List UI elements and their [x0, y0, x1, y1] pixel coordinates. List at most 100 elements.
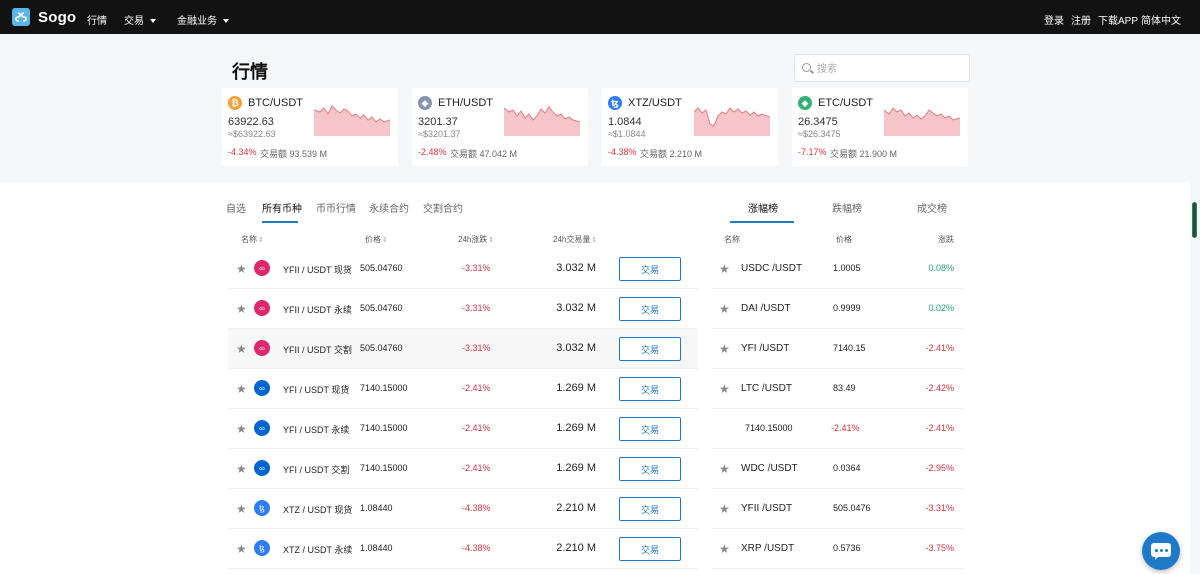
star-icon[interactable]: ★	[236, 462, 247, 476]
rank-row[interactable]: 7140.15000 -2.41% -2.41%	[712, 409, 964, 449]
nav-finance[interactable]: 金融业务	[177, 12, 229, 27]
card-price: 63922.63	[228, 116, 274, 128]
star-icon[interactable]: ★	[236, 382, 247, 396]
card-converted-price: ≈$1.0844	[608, 129, 646, 139]
tab-losers[interactable]: 跌幅榜	[832, 200, 862, 215]
trade-button[interactable]: 交易	[619, 497, 681, 521]
star-icon[interactable]: ★	[236, 502, 247, 516]
sparkline-chart	[884, 107, 960, 136]
trade-button[interactable]: 交易	[619, 457, 681, 481]
star-icon[interactable]: ★	[719, 542, 730, 556]
chevron-down-icon	[223, 19, 229, 24]
trade-button[interactable]: 交易	[619, 417, 681, 441]
star-icon[interactable]: ★	[236, 422, 247, 436]
trade-button[interactable]: 交易	[619, 257, 681, 281]
table-row[interactable]: ★ ꜩ XTZ / USDT 现货 1.08440 -4.38% 2.210 M…	[228, 489, 698, 529]
market-card-etc[interactable]: ◆ ETC/USDT 26.3475 ≈$26.3475 -7.17% 交易额 …	[792, 88, 968, 166]
price: 7140.15000	[360, 423, 408, 433]
trade-button[interactable]: 交易	[619, 297, 681, 321]
tab-gainers[interactable]: 涨幅榜	[748, 200, 778, 215]
rank-price: 0.0364	[833, 463, 861, 473]
trade-button[interactable]: 交易	[619, 537, 681, 561]
rank-row[interactable]: ★ YFII /USDT 505.0476 -3.31%	[712, 489, 964, 529]
rank-price: 83.49	[833, 383, 856, 393]
star-icon[interactable]: ★	[236, 542, 247, 556]
rank-row[interactable]: ★ XRP /USDT 0.5736 -3.75%	[712, 529, 964, 569]
rank-row[interactable]: ★ LTC /USDT 83.49 -2.42%	[712, 369, 964, 409]
scrollbar[interactable]	[1190, 34, 1200, 574]
chat-button[interactable]	[1142, 532, 1180, 570]
rank-price: 505.0476	[833, 503, 871, 513]
market-card-eth[interactable]: ◆ ETH/USDT 3201.37 ≈$3201.37 -2.48% 交易额 …	[412, 88, 588, 166]
rank-row[interactable]: ★ USDC /USDT 1.0005 0.08%	[712, 249, 964, 289]
price: 1.08440	[360, 543, 393, 553]
star-icon[interactable]: ★	[236, 262, 247, 276]
rank-change: -3.75%	[925, 543, 954, 553]
star-icon[interactable]: ★	[719, 342, 730, 356]
yfi-icon: ∞	[254, 420, 270, 436]
price: 505.04760	[360, 343, 403, 353]
rank-pair-name: YFI /USDT	[741, 343, 790, 354]
register-link[interactable]: 注册	[1071, 12, 1091, 27]
rank-row[interactable]: ★ DAI /USDT 0.9999 0.02%	[712, 289, 964, 329]
header-volume[interactable]: 24h交易量⇕	[553, 234, 597, 245]
page-title: 行情	[232, 62, 268, 82]
yfi-icon: ∞	[254, 460, 270, 476]
tab-volume[interactable]: 成交榜	[917, 200, 947, 215]
table-row[interactable]: ★ ∞ YFII / USDT 交割 505.04760 -3.31% 3.03…	[228, 329, 698, 369]
change: -2.41%	[462, 423, 491, 433]
tab-perpetual[interactable]: 永续合约	[369, 200, 409, 215]
rank-row[interactable]: ★ WDC /USDT 0.0364 -2.95%	[712, 449, 964, 489]
star-icon[interactable]: ★	[719, 382, 730, 396]
login-link[interactable]: 登录	[1044, 12, 1064, 27]
tab-spot[interactable]: 币币行情	[316, 200, 356, 215]
trade-button[interactable]: 交易	[619, 337, 681, 361]
rank-row[interactable]: ★ YFI /USDT 7140.15 -2.41%	[712, 329, 964, 369]
yfii-icon: ∞	[254, 260, 270, 276]
tab-favorites[interactable]: 自选	[226, 200, 246, 215]
table-row[interactable]: ★ ∞ YFII / USDT 现货 505.04760 -3.31% 3.03…	[228, 249, 698, 289]
change: -4.38%	[462, 503, 491, 513]
volume: 2.210 M	[556, 542, 596, 554]
rank-change: -2.41%	[925, 423, 954, 433]
market-card-xtz[interactable]: ꜩ XTZ/USDT 1.0844 ≈$1.0844 -4.38% 交易额 2.…	[602, 88, 778, 166]
star-icon[interactable]: ★	[719, 502, 730, 516]
chat-icon	[1151, 543, 1171, 560]
header-change[interactable]: 24h涨跌⇕	[458, 234, 494, 245]
card-volume: 交易额 93.539 M	[260, 149, 328, 159]
rank-change: -3.31%	[925, 503, 954, 513]
header-price[interactable]: 价格⇕	[365, 234, 388, 245]
nav-market[interactable]: 行情	[87, 12, 107, 27]
star-icon[interactable]: ★	[236, 302, 247, 316]
table-row[interactable]: ★ ∞ YFII / USDT 永续 505.04760 -3.31% 3.03…	[228, 289, 698, 329]
card-pair: XTZ/USDT	[628, 97, 682, 109]
rank-pair-name: WDC /USDT	[741, 463, 798, 474]
ethereum-icon: ◆	[418, 96, 432, 110]
download-app-link[interactable]: 下载APP	[1098, 12, 1138, 27]
table-row[interactable]: ★ ∞ YFI / USDT 交割 7140.15000 -2.41% 1.26…	[228, 449, 698, 489]
tab-all-coins[interactable]: 所有币种	[262, 200, 302, 215]
star-icon[interactable]: ★	[236, 342, 247, 356]
search-input[interactable]	[817, 61, 957, 77]
language-select[interactable]: 简体中文	[1141, 12, 1181, 27]
search-box[interactable]	[794, 54, 970, 82]
brand-logo[interactable]: Sogo	[12, 8, 76, 26]
table-row[interactable]: ★ ꜩ XTZ / USDT 永续 1.08440 -4.38% 2.210 M…	[228, 529, 698, 569]
table-row[interactable]: ★ ∞ YFI / USDT 现货 7140.15000 -2.41% 1.26…	[228, 369, 698, 409]
header-name[interactable]: 名称⇕	[241, 234, 264, 245]
rank-pair-name: DAI /USDT	[741, 303, 791, 314]
rank-header-name: 名称	[724, 235, 740, 244]
tab-futures[interactable]: 交割合约	[423, 200, 463, 215]
trade-button[interactable]: 交易	[619, 377, 681, 401]
star-icon[interactable]: ★	[719, 262, 730, 276]
star-icon[interactable]: ★	[719, 462, 730, 476]
star-icon[interactable]: ★	[719, 302, 730, 316]
price: 505.04760	[360, 263, 403, 273]
table-row[interactable]: ★ ∞ YFI / USDT 永续 7140.15000 -2.41% 1.26…	[228, 409, 698, 449]
sort-icon: ⇕	[591, 237, 598, 244]
market-card-btc[interactable]: ₿ BTC/USDT 63922.63 ≈$63922.63 -4.34% 交易…	[222, 88, 398, 166]
etc-icon: ◆	[798, 96, 812, 110]
scrollbar-thumb[interactable]	[1192, 202, 1197, 238]
nav-trade[interactable]: 交易	[124, 12, 156, 27]
pair-name: XTZ / USDT 永续	[283, 545, 353, 555]
